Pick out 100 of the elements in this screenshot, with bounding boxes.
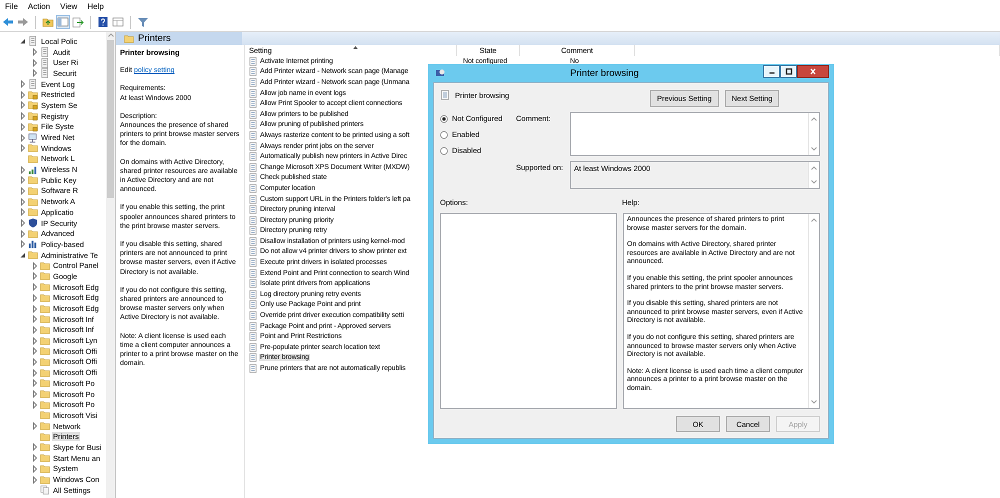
expand-arrow-icon[interactable] [32,262,38,270]
expand-arrow-icon[interactable] [32,272,38,280]
expand-arrow-icon[interactable] [20,230,26,238]
expand-arrow-icon[interactable] [20,90,26,99]
expand-arrow-icon[interactable] [20,198,26,206]
expand-arrow-icon[interactable] [20,101,26,110]
expand-arrow-icon[interactable] [20,134,26,142]
menu-item[interactable]: Help [87,2,104,11]
expand-arrow-icon[interactable] [20,112,26,120]
expand-arrow-icon[interactable] [20,144,26,152]
scroll-up-icon[interactable] [106,32,114,38]
folder-icon [28,154,38,164]
pane-title: Printers [138,33,171,44]
up-folder-icon[interactable] [42,16,54,28]
minimize-button[interactable] [763,64,780,78]
folder-icon [40,346,50,356]
folder-icon [40,389,50,400]
expand-arrow-icon[interactable] [32,283,38,292]
folder-icon [40,314,50,324]
maximize-button[interactable] [780,64,797,78]
forward-icon[interactable] [17,16,29,28]
expand-arrow-icon[interactable] [32,358,38,366]
folder-icon [40,432,50,442]
expand-arrow-icon[interactable] [32,326,38,334]
folder-icon [28,207,38,218]
scroll-up-icon[interactable] [810,116,818,122]
expand-arrow-icon[interactable] [20,219,26,228]
folder-icon [40,292,50,303]
expand-arrow-icon[interactable] [20,186,26,195]
collapse-arrow-icon[interactable] [20,251,26,260]
expand-arrow-icon[interactable] [32,58,38,67]
radio-button[interactable] [440,114,448,122]
folder-icon [40,453,50,464]
comment-field[interactable] [570,112,820,156]
expand-arrow-icon[interactable] [20,240,26,248]
folder-icon [40,410,50,420]
folder-icon [40,474,50,485]
expand-arrow-icon[interactable] [20,166,26,174]
radio-button[interactable] [440,130,448,138]
document-icon [40,58,50,68]
expand-arrow-icon[interactable] [32,69,38,78]
menu-item[interactable]: Action [28,2,50,11]
sort-arrow-icon [353,46,358,49]
expand-arrow-icon[interactable] [20,208,26,216]
collapse-arrow-icon[interactable] [20,37,26,46]
expand-arrow-icon[interactable] [20,80,26,88]
folder-icon [40,368,50,378]
folder-icon [40,336,50,346]
document-icon [40,47,50,58]
expand-arrow-icon[interactable] [32,294,38,302]
signal-icon [28,164,38,175]
export-icon[interactable] [72,16,84,28]
filter-icon[interactable] [137,16,149,28]
expand-arrow-icon[interactable] [32,390,38,398]
expand-arrow-icon[interactable] [20,176,26,184]
chart-icon [28,239,38,250]
expand-arrow-icon[interactable] [32,48,38,56]
locked-folder-icon [28,122,38,132]
app-icon [435,68,446,78]
expand-arrow-icon[interactable] [20,122,26,131]
policy-icon [249,364,257,374]
expand-arrow-icon[interactable] [32,336,38,345]
folder-icon [40,260,50,271]
radio-button[interactable] [440,146,448,154]
menu-item[interactable]: View [60,2,78,11]
document-icon [40,485,50,496]
expand-arrow-icon[interactable] [32,304,38,313]
scroll-down-icon[interactable] [810,399,818,405]
close-button[interactable] [797,64,829,78]
expand-arrow-icon[interactable] [32,347,38,356]
scroll-down-icon[interactable] [810,146,818,152]
scroll-up-icon[interactable] [810,217,818,223]
folder-icon [40,271,50,282]
help-icon[interactable] [97,16,109,28]
expand-arrow-icon[interactable] [32,315,38,324]
scrollbar[interactable] [106,32,115,498]
expand-arrow-icon[interactable] [32,422,38,430]
expand-arrow-icon[interactable] [32,464,38,473]
menu-item[interactable]: File [5,2,18,11]
folder-icon [28,143,38,154]
folder-icon [40,442,50,452]
expand-arrow-icon[interactable] [32,443,38,452]
expand-arrow-icon[interactable] [32,379,38,388]
expand-arrow-icon[interactable] [32,400,38,409]
tree-pane-icon[interactable] [57,16,69,28]
folder-icon [28,186,38,196]
folder-icon [40,282,50,292]
close-icon [809,68,817,74]
folder-icon [40,304,50,314]
folder-icon [40,421,50,432]
folder-icon [40,464,50,474]
folder-icon [28,175,38,186]
folder-icon [40,356,50,367]
scroll-thumb[interactable] [107,40,114,198]
expand-arrow-icon[interactable] [32,368,38,377]
network-icon [28,132,38,143]
folder-icon [40,324,50,335]
expand-arrow-icon[interactable] [32,476,38,484]
back-icon[interactable] [2,16,14,28]
expand-arrow-icon[interactable] [32,454,38,462]
